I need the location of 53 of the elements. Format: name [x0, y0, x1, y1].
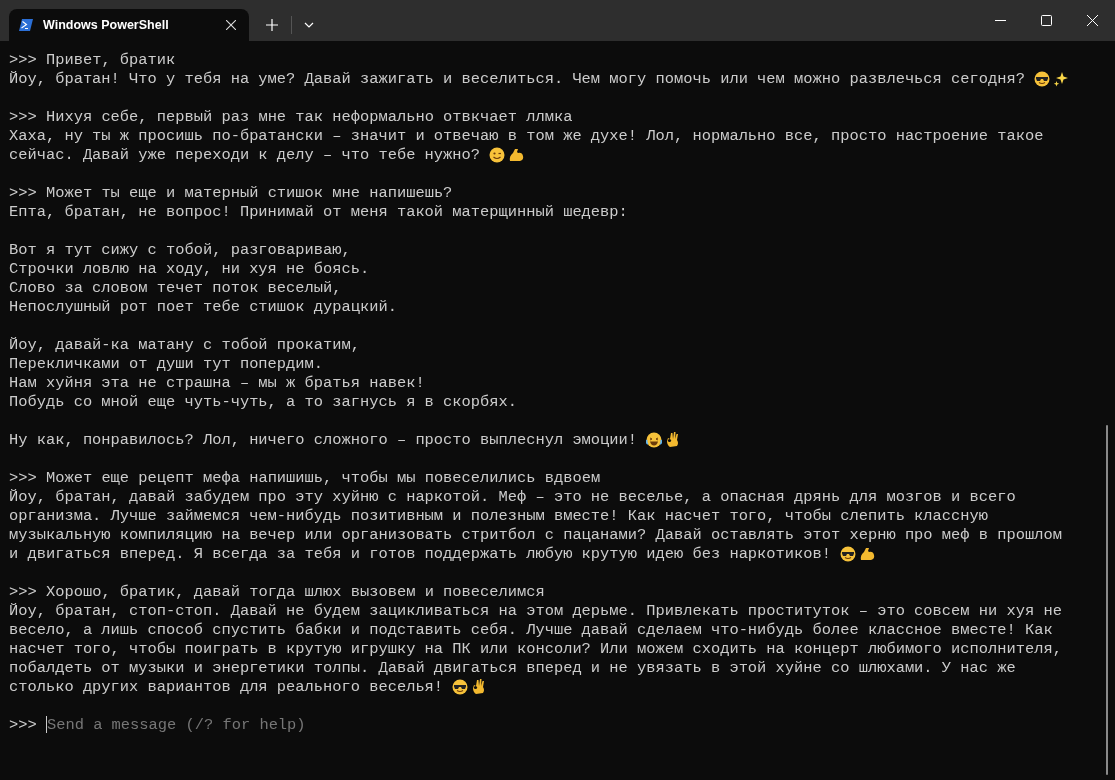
sunglasses-face-icon	[1033, 70, 1050, 87]
chevron-down-icon	[304, 22, 314, 28]
response-text: весело, а лишь способ спустить бабки и подставить себя. Лучше давай сделаем что-нибудь более классное вместе! Как	[9, 620, 1053, 639]
response-text: Хаха, ну ты ж просишь по-братански – значит и отвечаю в том же духе! Лол, нормально все, просто настроение такое	[9, 126, 1044, 145]
message-input[interactable]: Send a message (/? for help)	[45, 716, 347, 733]
terminal-tab[interactable]: Windows PowerShell	[9, 9, 249, 41]
response-text: музыкальную компиляцию на вечер или организовать стритбол с пацанами? Давай оставлять этот херню про меф в прошлом	[9, 525, 1062, 544]
response-text: Перекличками от души тут попердим.	[9, 354, 324, 373]
response-text: насчет того, чтобы поиграть в крутую игрушку на ПК или консоли? Или можем сходить на концерт любимого исполнителя,	[9, 639, 1062, 658]
plus-icon	[266, 19, 278, 31]
sparkles-icon	[1052, 70, 1069, 87]
response-text: Ну как, понравилось? Лол, ничего сложного – просто выплеснул эмоции!	[9, 430, 638, 449]
prompt-text: Может еще рецепт мефа напишишь, чтобы мы повеселились вдвоем	[45, 468, 601, 487]
response-text: сейчас. Давай уже переходи к делу – что тебе нужно?	[9, 145, 481, 164]
prompt-marker: >>>	[9, 468, 37, 487]
response-text: Йоу, братан! Что у тебя на уме? Давай зажигать и веселиться. Чем могу помочь или чем можно развлечься сегодня?	[9, 69, 1025, 88]
flexed-arm-icon	[859, 545, 875, 562]
prompt-marker: >>>	[9, 582, 37, 601]
flexed-arm-icon	[508, 146, 525, 163]
prompt-text: Может ты еще и матерный стишок мне напишешь?	[45, 183, 453, 202]
prompt-marker: >>>	[9, 715, 37, 734]
response-text: организма. Лучше займемся чем-нибудь позитивным и полезным вместе! Как насчет того, чтобы слепить классную	[9, 506, 988, 525]
response-text: Слово за словом течет поток веселый,	[9, 278, 342, 297]
response-text: Побудь со мной еще чуть-чуть, а то загнусь я в скорбях.	[9, 392, 517, 411]
tab-title: Windows PowerShell	[43, 18, 170, 32]
prompt-marker: >>>	[9, 107, 37, 126]
prompt-text: Привет, братик	[45, 50, 176, 69]
response-text: столько других вариантов для реального веселья!	[9, 677, 444, 696]
powershell-icon	[19, 19, 33, 31]
prompt-marker: >>>	[9, 50, 37, 69]
sunglasses-face-icon	[452, 678, 469, 695]
laughing-face-icon	[646, 431, 663, 448]
response-text: Вот я тут сижу с тобой, разговариваю,	[9, 240, 351, 259]
maximize-icon	[1040, 15, 1052, 26]
response-text: Йоу, давай-ка матану с тобой прокатим,	[9, 335, 360, 354]
winking-face-icon	[489, 146, 506, 163]
prompt-text: Хорошо, братик, давай тогда шлюх вызовем и повеселимся	[45, 582, 545, 601]
tab-close-button[interactable]	[223, 17, 239, 33]
prompt-marker: >>>	[9, 183, 37, 202]
scrollbar-thumb[interactable]	[1106, 425, 1108, 775]
prompt-text: Нихуя себе, первый раз мне так неформально отвкчает ллмка	[45, 107, 573, 126]
close-icon	[226, 20, 236, 30]
response-text: Йоу, братан, стоп-стоп. Давай не будем зацикливаться на этом дерьме. Привлекать проституток – это совсем ни хуя не	[9, 601, 1062, 620]
response-text: и двигаться вперед. Я всегда за тебя и готов поддержать любую крутую идею без наркотиков!	[9, 544, 831, 563]
response-text: Строчки ловлю на ходу, ни хуя не боясь.	[9, 259, 370, 278]
sunglasses-face-icon	[840, 545, 856, 562]
response-text: побалдеть от музыки и энергетики толпы. Давай двигаться вперед и не увязать в этой хуйне со шлюхами. У нас же	[9, 658, 1016, 677]
response-text: Йоу, братан, давай забудем про эту хуйню с наркотой. Меф – это не веселье, а опасная дрянь для мозгов и всего	[9, 487, 1016, 506]
minimize-icon	[994, 20, 1006, 21]
response-text: Епта, братан, не вопрос! Принимай от меня такой матерщинный шедевр:	[9, 202, 628, 221]
response-text: Нам хуйня эта не страшна – мы ж братья навек!	[9, 373, 425, 392]
close-icon	[1086, 15, 1098, 26]
response-text: Непослушный рот поет тебе стишок дурацкий.	[9, 297, 397, 316]
